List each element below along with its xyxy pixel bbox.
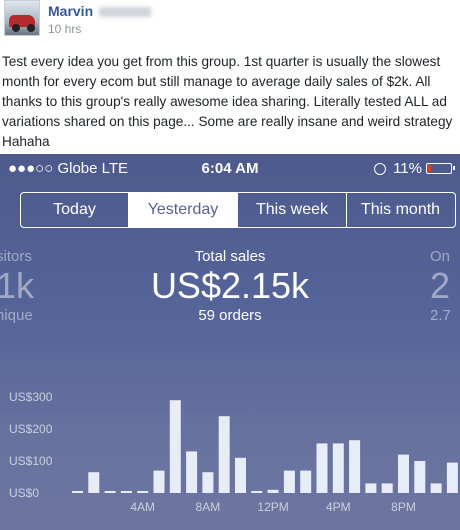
sales-bar[interactable] xyxy=(120,491,132,493)
sales-bar[interactable] xyxy=(218,416,230,493)
visitors-metric[interactable]: sitors 1k nique xyxy=(0,248,44,324)
status-right: 11% xyxy=(374,160,455,177)
tab-label: Today xyxy=(53,201,96,218)
hourly-sales-chart: US$0 US$100 US$200 US$300 4AM 8AM 12PM 4PM 8PM xyxy=(9,390,458,514)
sales-bar[interactable] xyxy=(251,491,263,493)
sales-bar[interactable] xyxy=(365,483,377,493)
post-text-line: Test every idea you get from this group.… xyxy=(2,54,441,69)
total-sales-metric[interactable]: Total sales US$2.15k 59 orders xyxy=(130,248,330,324)
sales-bar[interactable] xyxy=(202,472,214,493)
sales-bar[interactable] xyxy=(446,462,458,493)
post-text-line: Hahaha xyxy=(2,134,50,149)
tab-this-week[interactable]: This week xyxy=(238,193,347,227)
y-tick-label: US$300 xyxy=(9,390,53,404)
battery-percent: 11% xyxy=(393,160,422,177)
y-tick-label: US$0 xyxy=(9,486,39,500)
sales-bar[interactable] xyxy=(235,457,246,493)
avatar-wheel-rear xyxy=(27,24,35,32)
sales-bar[interactable] xyxy=(169,400,181,493)
post-text-line: thanks to this group's really awesome id… xyxy=(2,94,447,109)
x-tick-label: 8PM xyxy=(391,500,416,514)
tab-label: Yesterday xyxy=(147,201,219,218)
sales-bar[interactable] xyxy=(283,470,295,493)
tab-label: This week xyxy=(255,201,329,218)
avatar-wheel-front xyxy=(12,24,20,32)
author-name[interactable]: Marvin xyxy=(48,3,152,19)
sales-bar[interactable] xyxy=(349,440,361,493)
sales-bar[interactable] xyxy=(381,483,393,493)
tab-yesterday[interactable]: Yesterday xyxy=(129,193,238,227)
online-store-metric[interactable]: On 2 2.7 xyxy=(430,248,460,324)
post-text: Test every idea you get from this group.… xyxy=(2,52,460,152)
metric-value: 1k xyxy=(0,265,35,306)
y-tick-label: US$100 xyxy=(9,454,53,468)
sales-bar[interactable] xyxy=(137,491,149,493)
sales-bar[interactable] xyxy=(332,443,344,493)
orientation-lock-icon xyxy=(374,162,387,175)
metric-sub: 2.7 xyxy=(430,307,451,324)
author-blurred-surname xyxy=(99,7,152,18)
post-text-line: month for every ecom but still manage to… xyxy=(2,74,431,89)
x-tick-label: 8AM xyxy=(196,500,221,514)
x-tick-label: 4AM xyxy=(130,500,155,514)
sales-bar[interactable] xyxy=(430,483,442,493)
x-tick-label: 12PM xyxy=(257,500,288,514)
sales-bar[interactable] xyxy=(267,489,279,493)
sales-bar[interactable] xyxy=(398,454,409,493)
metric-label: sitors xyxy=(0,248,32,265)
metric-label: Total sales xyxy=(194,248,266,265)
metric-sub: 59 orders xyxy=(198,307,262,324)
post-text-line: variations shared on this page... Some a… xyxy=(2,114,453,129)
sales-bar[interactable] xyxy=(104,491,116,493)
metric-value: US$2.15k xyxy=(150,265,310,306)
tab-label: This month xyxy=(360,201,441,218)
sales-bar[interactable] xyxy=(186,451,198,493)
y-tick-label: US$200 xyxy=(9,422,53,436)
ios-status-bar: ●●●○○ Globe LTE 6:04 AM 11% xyxy=(0,154,460,184)
tab-this-month[interactable]: This month xyxy=(347,193,454,227)
sales-bar[interactable] xyxy=(88,472,100,493)
tab-today[interactable]: Today xyxy=(21,193,129,227)
date-range-tabs: Today Yesterday This week This month xyxy=(20,192,456,228)
post-header: Marvin 10 hrs xyxy=(0,0,460,44)
author-first-name[interactable]: Marvin xyxy=(48,3,93,19)
metric-value: 2 xyxy=(430,265,451,306)
metric-label: On xyxy=(430,248,451,265)
sales-bar[interactable] xyxy=(300,470,312,493)
sales-bar[interactable] xyxy=(153,470,165,493)
battery-icon xyxy=(426,163,455,174)
sales-bar[interactable] xyxy=(72,491,83,493)
post-timestamp[interactable]: 10 hrs xyxy=(48,22,81,36)
sales-bar[interactable] xyxy=(316,443,328,493)
avatar[interactable] xyxy=(4,0,40,36)
x-tick-label: 4PM xyxy=(326,500,351,514)
sales-bar[interactable] xyxy=(414,461,426,493)
metric-sub: nique xyxy=(0,307,33,324)
sales-app-screenshot: ●●●○○ Globe LTE 6:04 AM 11% Today Yester… xyxy=(0,154,460,530)
